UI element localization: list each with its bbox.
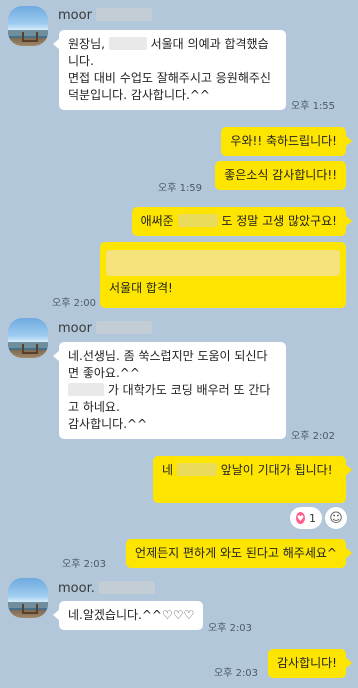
message-timestamp: 오후 2:02 <box>291 431 336 442</box>
outgoing-message[interactable]: 네 앞날이 기대가 됩니다! <box>153 456 352 503</box>
outgoing-message[interactable]: 서울대 합격! <box>100 242 346 308</box>
outgoing-message[interactable]: 우와!! 축하드립니다! <box>221 127 352 156</box>
reaction-badge[interactable]: ♥ 1 <box>290 507 322 529</box>
redacted-name <box>68 383 104 396</box>
outgoing-message[interactable]: 애써준 도 정말 고생 많았구요! <box>131 207 353 236</box>
avatar[interactable] <box>8 318 48 358</box>
incoming-message[interactable]: 원장님, 서울대 의예과 합격했습니다. 면접 대비 수업도 잘해주시고 응원해… <box>53 30 286 110</box>
outgoing-message[interactable]: 감사합니다! <box>267 649 353 678</box>
sender-name: moor <box>58 321 153 336</box>
heart-icon: ♥ <box>296 512 305 524</box>
sender-name: moor <box>58 8 153 23</box>
avatar[interactable] <box>8 578 48 618</box>
redacted-name <box>176 463 217 476</box>
incoming-message[interactable]: 네.선생님. 좀 쑥스럽지만 도움이 되신다면 좋아요.^^ 가 대학가도 코딩… <box>53 342 286 439</box>
message-timestamp: 오후 2:03 <box>214 668 259 679</box>
redacted-name <box>177 214 218 227</box>
message-timestamp: 오후 1:59 <box>158 183 203 194</box>
outgoing-message[interactable]: 언제든지 편하게 와도 된다고 해주세요^ <box>126 539 352 568</box>
outgoing-message[interactable]: 좋은소식 감사합니다!! <box>215 161 346 190</box>
redacted-name <box>96 8 153 21</box>
sender-name: moor. <box>58 581 155 596</box>
redacted-name <box>96 321 153 334</box>
redacted-name <box>108 37 147 50</box>
message-timestamp: 오후 2:03 <box>208 623 253 634</box>
message-timestamp: 오후 1:55 <box>291 101 336 112</box>
message-timestamp: 오후 2:00 <box>52 298 97 309</box>
avatar[interactable] <box>8 6 48 46</box>
message-timestamp: 오후 2:03 <box>62 559 107 570</box>
redacted-image <box>106 250 340 276</box>
redacted-name <box>99 581 155 594</box>
incoming-message[interactable]: 네.알겠습니다.^^♡♡♡ <box>52 601 204 630</box>
add-reaction-icon[interactable]: ☺ <box>325 507 347 529</box>
